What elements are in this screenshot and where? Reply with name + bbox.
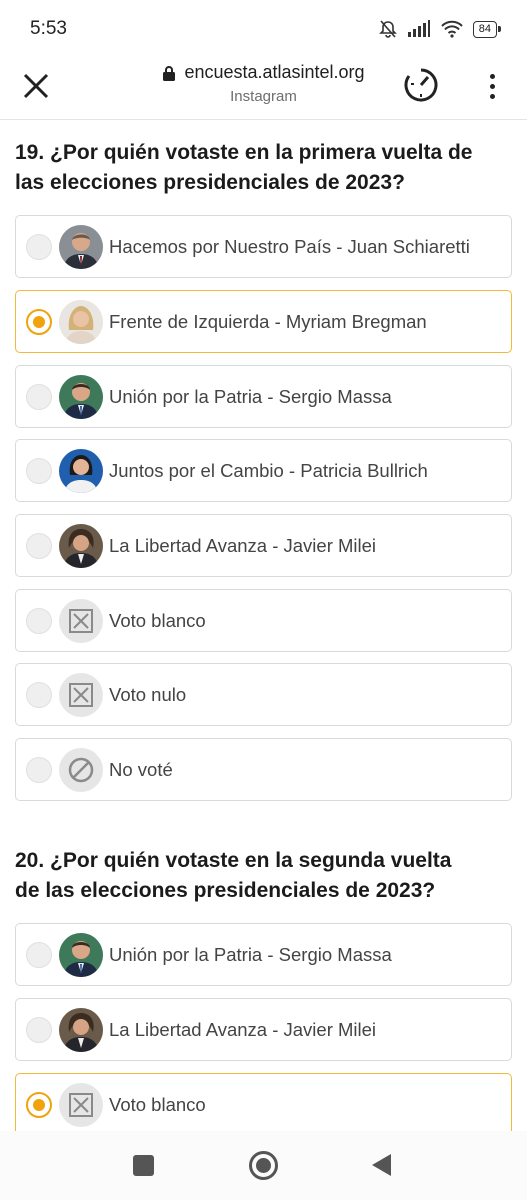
signal-icon xyxy=(407,20,430,37)
q19-option-bullrich[interactable]: Juntos por el Cambio - Patricia Bullrich xyxy=(15,439,512,502)
radio-button[interactable] xyxy=(26,756,52,783)
option-label: Unión por la Patria - Sergio Massa xyxy=(109,385,392,407)
radio-button[interactable] xyxy=(26,941,52,968)
option-label: La Libertad Avanza - Javier Milei xyxy=(109,534,377,556)
back-button[interactable] xyxy=(372,1154,391,1176)
radio-button-selected[interactable] xyxy=(26,308,52,335)
option-label: Juntos por el Cambio - Patricia Bullrich xyxy=(109,459,428,481)
wifi-icon xyxy=(441,20,463,38)
option-label: Voto blanco xyxy=(109,1093,206,1115)
radio-button[interactable] xyxy=(26,1016,52,1043)
prohibited-icon xyxy=(59,747,103,792)
q19-option-no-vote[interactable]: No voté xyxy=(15,738,512,801)
browser-toolbar: encuesta.atlasintel.org Instagram xyxy=(0,58,527,120)
home-button[interactable] xyxy=(249,1151,278,1180)
option-label: Unión por la Patria - Sergio Massa xyxy=(109,943,392,965)
schiaretti-avatar-icon xyxy=(59,224,103,269)
question-19-title-line1: 19. ¿Por quién votaste en la primera vue… xyxy=(15,141,473,164)
q20-option-voto-blanco[interactable]: Voto blanco xyxy=(15,1073,512,1131)
radio-button[interactable] xyxy=(26,607,52,634)
status-icons: 84 xyxy=(378,19,502,39)
x-box-icon xyxy=(59,598,103,643)
url-block[interactable]: encuesta.atlasintel.org Instagram xyxy=(100,62,427,105)
x-box-icon xyxy=(59,1082,103,1127)
question-19-title-line2: las elecciones presidenciales de 2023? xyxy=(15,171,405,194)
question-20-title-line1: 20. ¿Por quién votaste en la segunda vue… xyxy=(15,849,452,872)
q19-option-massa[interactable]: Unión por la Patria - Sergio Massa xyxy=(15,365,512,428)
x-box-icon xyxy=(59,672,103,717)
option-label: Hacemos por Nuestro País - Juan Schiaret… xyxy=(109,235,470,257)
radio-button[interactable] xyxy=(26,457,52,484)
option-label: Voto blanco xyxy=(109,609,206,631)
option-label: Frente de Izquierda - Myriam Bregman xyxy=(109,310,427,332)
milei-avatar-icon xyxy=(59,523,103,568)
more-options-button[interactable] xyxy=(478,68,506,104)
q20-option-milei[interactable]: La Libertad Avanza - Javier Milei xyxy=(15,998,512,1061)
radio-button[interactable] xyxy=(26,233,52,260)
status-time: 5:53 xyxy=(30,18,67,39)
question-20-title: 20. ¿Por quién votaste en la segunda vue… xyxy=(15,846,512,906)
question-19-title: 19. ¿Por quién votaste en la primera vue… xyxy=(15,138,512,198)
radio-button[interactable] xyxy=(26,383,52,410)
timer-button[interactable] xyxy=(402,66,440,104)
milei-avatar-icon xyxy=(59,1007,103,1052)
bell-muted-icon xyxy=(378,20,397,38)
option-label: Voto nulo xyxy=(109,683,187,705)
q19-option-bregman[interactable]: Frente de Izquierda - Myriam Bregman xyxy=(15,290,512,353)
option-label: No voté xyxy=(109,758,173,780)
url-subtitle: Instagram xyxy=(230,88,297,105)
bregman-avatar-icon xyxy=(59,299,103,344)
url-text: encuesta.atlasintel.org xyxy=(184,62,365,82)
radio-button[interactable] xyxy=(26,681,52,708)
bullrich-avatar-icon xyxy=(59,448,103,493)
close-button[interactable] xyxy=(18,68,54,104)
radio-button[interactable] xyxy=(26,532,52,559)
battery-indicator: 84 xyxy=(472,20,502,38)
timer-icon xyxy=(404,68,438,102)
q20-option-massa[interactable]: Unión por la Patria - Sergio Massa xyxy=(15,923,512,986)
massa-avatar-icon xyxy=(59,932,103,977)
recent-apps-button[interactable] xyxy=(133,1155,154,1176)
massa-avatar-icon xyxy=(59,374,103,419)
q19-option-voto-blanco[interactable]: Voto blanco xyxy=(15,589,512,652)
radio-button-selected[interactable] xyxy=(26,1091,52,1118)
option-label: La Libertad Avanza - Javier Milei xyxy=(109,1018,377,1040)
lock-icon xyxy=(163,65,176,81)
q19-option-schiaretti[interactable]: Hacemos por Nuestro País - Juan Schiaret… xyxy=(15,215,512,278)
survey-content: 19. ¿Por quién votaste en la primera vue… xyxy=(0,121,527,1131)
close-icon xyxy=(23,73,49,99)
system-nav-bar xyxy=(0,1131,527,1200)
q19-option-voto-nulo[interactable]: Voto nulo xyxy=(15,663,512,726)
q19-option-milei[interactable]: La Libertad Avanza - Javier Milei xyxy=(15,514,512,577)
status-bar: 5:53 84 xyxy=(0,0,527,58)
question-20-title-line2: de las elecciones presidenciales de 2023… xyxy=(15,879,436,902)
